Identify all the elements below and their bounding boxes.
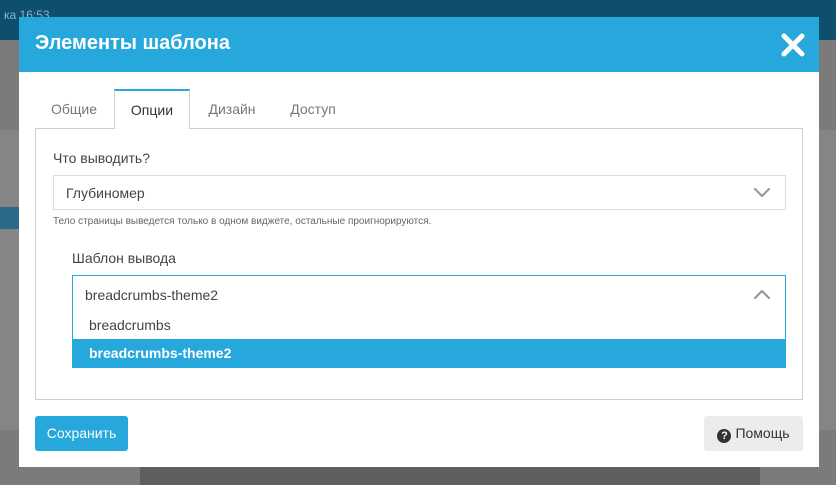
template-select-open[interactable]: breadcrumbs-theme2 breadcrumbs breadcrum… [72,275,786,368]
tab-access[interactable]: Доступ [274,89,352,129]
template-option-breadcrumbs[interactable]: breadcrumbs [73,311,785,340]
template-select-current[interactable]: breadcrumbs-theme2 [73,276,785,312]
close-icon [781,33,805,57]
output-select-value: Глубиномер [66,185,145,201]
tab-options[interactable]: Опции [114,89,190,129]
help-button-label: Помощь [735,425,790,441]
template-select-value: breadcrumbs-theme2 [85,287,219,303]
output-select[interactable]: Глубиномер [53,175,786,210]
background-right-panel [818,130,836,430]
output-label: Что выводить? [53,150,151,166]
close-button[interactable] [778,30,808,60]
template-elements-modal: Элементы шаблона Общие Опции Дизайн Дост… [19,17,819,467]
background-bottom-bar [140,466,760,485]
chevron-up-icon [753,287,771,303]
question-circle-icon: ? [717,429,732,443]
chevron-down-icon [753,186,771,202]
background-left-highlight [0,207,20,229]
options-tab-panel: Что выводить? Глубиномер Тело страницы в… [35,128,803,400]
help-button[interactable]: ? Помощь [704,416,803,451]
save-button[interactable]: Сохранить [35,416,128,451]
template-option-breadcrumbs-theme2[interactable]: breadcrumbs-theme2 [73,339,785,368]
tab-design[interactable]: Дизайн [192,89,272,129]
background-left-panel [0,130,20,430]
template-label: Шаблон вывода [72,250,176,266]
tab-general[interactable]: Общие [35,89,113,129]
modal-header: Элементы шаблона [19,17,819,72]
output-hint: Тело страницы выведется только в одном в… [53,216,432,227]
modal-title: Элементы шаблона [35,32,230,54]
